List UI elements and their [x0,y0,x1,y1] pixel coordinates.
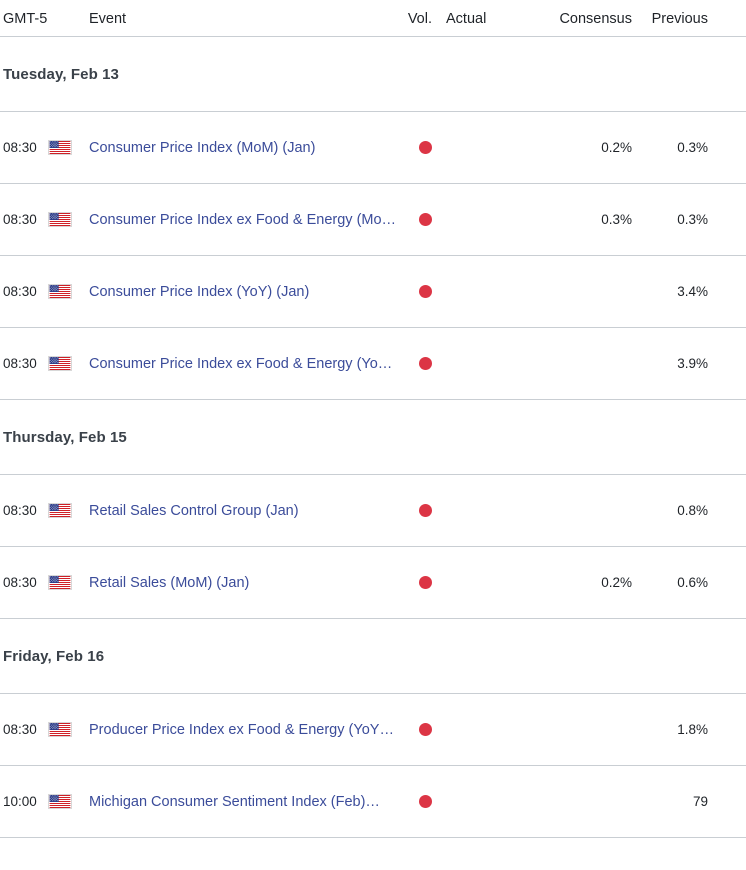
country-flag [46,722,88,737]
us-flag-icon [48,284,72,299]
volatility-cell [398,504,432,517]
event-name-link[interactable]: Retail Sales (MoM) (Jan) [88,575,398,591]
volatility-cell [398,576,432,589]
table-row[interactable]: 10:00 Michigan Consumer Sentiment Index … [0,766,746,837]
event-consensus-value: 0.3% [601,212,632,227]
country-flag [46,575,88,590]
day-header: Thursday, Feb 15 [0,400,746,474]
row-divider [0,837,746,838]
day-label: Thursday, Feb 15 [3,428,127,446]
volatility-dot-icon [419,795,432,808]
event-previous-value: 1.8% [677,722,708,737]
volatility-dot-icon [419,723,432,736]
day-header: Tuesday, Feb 13 [0,37,746,111]
us-flag-icon [48,212,72,227]
us-flag-icon [48,503,72,518]
column-header-volatility[interactable]: Vol. [398,11,432,27]
event-previous-value: 3.9% [677,356,708,371]
country-flag [46,356,88,371]
table-row[interactable]: 08:30 Consumer Price Index ( [0,256,746,327]
table-row[interactable]: 08:30 Retail Sales (MoM) (Jan) 0.2% 0.6% [0,547,746,618]
country-flag [46,212,88,227]
volatility-dot-icon [419,285,432,298]
event-time: 08:30 [3,503,37,518]
day-header: Friday, Feb 16 [0,619,746,693]
event-time: 08:30 [3,212,37,227]
table-header-row: GMT-5 Event Vol. Actual Consensus Previo… [0,0,746,36]
event-consensus-value: 0.2% [601,575,632,590]
event-previous-value: 79 [692,794,708,809]
volatility-cell [398,357,432,370]
event-time: 08:30 [3,356,37,371]
volatility-cell [398,213,432,226]
volatility-dot-icon [419,141,432,154]
column-header-previous[interactable]: Previous [640,11,746,27]
event-name-link[interactable]: Consumer Price Index ex Food & Energy (M… [88,212,398,228]
event-name-link[interactable]: Producer Price Index ex Food & Energy (Y… [88,722,398,738]
volatility-cell [398,285,432,298]
event-consensus-value: 0.2% [601,140,632,155]
event-previous-value: 0.8% [677,503,708,518]
volatility-cell [398,141,432,154]
economic-calendar: GMT-5 Event Vol. Actual Consensus Previo… [0,0,746,838]
us-flag-icon [48,722,72,737]
us-flag-icon [48,140,72,155]
event-name-link[interactable]: Retail Sales Control Group (Jan) [88,503,398,519]
us-flag-icon [48,575,72,590]
us-flag-icon [48,356,72,371]
event-time: 08:30 [3,140,37,155]
event-time: 08:30 [3,575,37,590]
day-label: Tuesday, Feb 13 [3,65,119,83]
event-time: 08:30 [3,284,37,299]
calendar-body: Tuesday, Feb 13 08:30 Consumer Price Ind… [0,37,746,838]
event-previous-value: 3.4% [677,284,708,299]
table-row[interactable]: 08:30 Consumer Price Index ex Food & Ene… [0,184,746,255]
volatility-cell [398,723,432,736]
volatility-dot-icon [419,504,432,517]
event-name-link[interactable]: Michigan Consumer Sentiment Index (Feb)… [88,794,398,810]
country-flag [46,503,88,518]
column-header-actual[interactable]: Actual [432,11,540,27]
column-header-consensus[interactable]: Consensus [540,11,640,27]
event-name-link[interactable]: Consumer Price Index (YoY) (Jan) [88,284,398,300]
table-row[interactable]: 08:30 Consumer Price Index ( [0,112,746,183]
event-name-link[interactable]: Consumer Price Index (MoM) (Jan) [88,140,398,156]
volatility-dot-icon [419,213,432,226]
volatility-cell [398,795,432,808]
volatility-dot-icon [419,357,432,370]
event-previous-value: 0.6% [677,575,708,590]
column-header-time[interactable]: GMT-5 [0,11,47,27]
event-time: 10:00 [3,794,37,809]
volatility-dot-icon [419,576,432,589]
table-row[interactable]: 08:30 Producer Price Index ex Food & Ene… [0,694,746,765]
country-flag [46,140,88,155]
country-flag [46,284,88,299]
event-previous-value: 0.3% [677,140,708,155]
event-previous-value: 0.3% [677,212,708,227]
country-flag [46,794,88,809]
event-time: 08:30 [3,722,37,737]
table-row[interactable]: 08:30 Consumer Price Index ex Food & Ene… [0,328,746,399]
table-row[interactable]: 08:30 Retail Sales Control Group (Jan) 0… [0,475,746,546]
column-header-event[interactable]: Event [88,11,398,27]
us-flag-icon [48,794,72,809]
event-name-link[interactable]: Consumer Price Index ex Food & Energy (Y… [88,356,398,372]
day-label: Friday, Feb 16 [3,647,105,665]
